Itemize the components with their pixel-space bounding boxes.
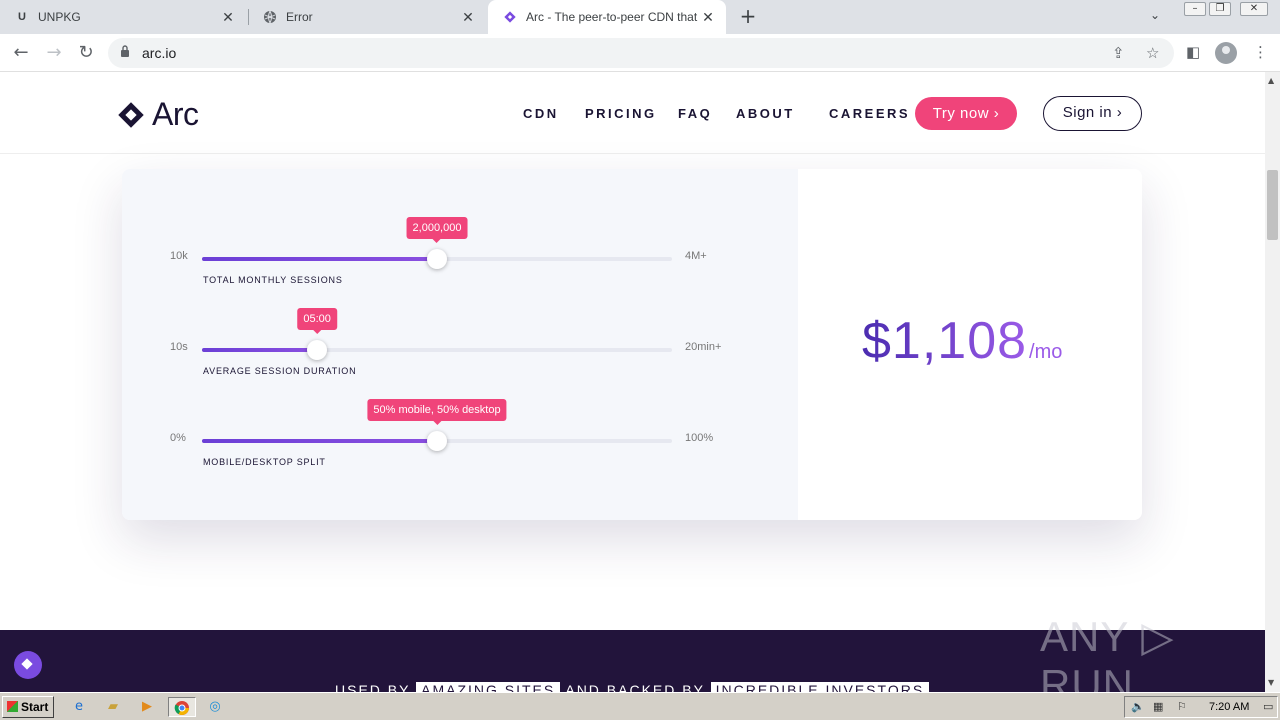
network-icon[interactable]: ▦ <box>1153 700 1163 713</box>
slider-min: 0% <box>170 432 186 444</box>
ie-icon[interactable]: e <box>68 697 90 717</box>
share-icon[interactable]: ⇪ <box>1112 44 1125 62</box>
arc-logo-icon <box>118 101 144 128</box>
menu-kebab-icon[interactable]: ⋮ <box>1253 43 1268 61</box>
restore-icon[interactable]: ❐ <box>1209 2 1231 16</box>
notification-icon[interactable]: ▭ <box>1263 700 1273 713</box>
scrollbar-thumb[interactable] <box>1267 170 1278 240</box>
reload-icon[interactable]: ↻ <box>74 41 98 65</box>
side-panel-icon[interactable]: ◧ <box>1186 43 1200 61</box>
volume-icon[interactable]: 🔈 <box>1131 700 1145 713</box>
close-icon[interactable]: ✕ <box>218 9 238 26</box>
nav-pricing[interactable]: PRICING <box>585 106 657 121</box>
tab-unpkg[interactable]: U UNPKG ✕ <box>0 0 246 34</box>
minimize-icon[interactable]: – <box>1184 2 1206 16</box>
site-header: Arc CDN PRICING FAQ ABOUT CAREERS Try no… <box>0 72 1265 154</box>
monthly-price: $1,108 /mo <box>862 311 1062 371</box>
window-close-icon[interactable]: ✕ <box>1240 2 1268 16</box>
clock: 7:20 AM <box>1209 701 1250 713</box>
address-bar[interactable]: arc.io ⇪ ☆ <box>108 38 1174 68</box>
price-amount: $1,108 <box>862 312 1028 370</box>
split-slider[interactable]: 50% mobile, 50% desktop <box>202 399 672 451</box>
sessions-slider-row: 10k 2,000,000 4M+ TOTAL MONTHLY SESSIONS <box>122 169 798 285</box>
tab-title: UNPKG <box>38 10 81 24</box>
page-viewport: Arc CDN PRICING FAQ ABOUT CAREERS Try no… <box>0 72 1265 692</box>
incredible-investors-highlight: INCREDIBLE INVESTORS <box>710 682 930 692</box>
chrome-taskbar-icon[interactable] <box>168 697 196 717</box>
folder-icon[interactable]: ▰ <box>102 697 124 717</box>
nav-cdn[interactable]: CDN <box>523 106 559 121</box>
close-icon[interactable]: ✕ <box>698 9 718 26</box>
browser-toolbar: ← → ↻ arc.io ⇪ ☆ ◧ ⋮ <box>0 34 1280 72</box>
scroll-up-icon[interactable]: ▲ <box>1268 76 1274 85</box>
price-panel: $1,108 /mo <box>798 169 1142 520</box>
chat-widget-icon[interactable] <box>14 651 42 679</box>
media-player-icon[interactable]: ▶ <box>136 697 158 717</box>
slider-value-tooltip: 2,000,000 <box>406 217 468 243</box>
flag-icon[interactable]: ⚐ <box>1177 700 1187 713</box>
scroll-down-icon[interactable]: ▼ <box>1268 678 1274 687</box>
tab-search-chevron-down-icon[interactable]: ⌄ <box>1150 8 1160 22</box>
backed-by-text: AND BACKED BY <box>565 682 705 692</box>
nav-careers[interactable]: CAREERS <box>829 106 910 121</box>
used-by-text: USED BY <box>335 682 411 692</box>
tab-strip: U UNPKG ✕ Error ✕ Arc - The peer-to-peer… <box>0 0 1280 34</box>
slider-panel: 10k 2,000,000 4M+ TOTAL MONTHLY SESSIONS… <box>122 169 798 520</box>
star-icon[interactable]: ☆ <box>1146 44 1159 62</box>
windows-taskbar: Start e ▰ ▶ ◎ 🔈 ▦ ⚐ 7:20 AM ▭ <box>0 692 1280 720</box>
tab-arc[interactable]: Arc - The peer-to-peer CDN that pa ✕ <box>488 0 726 34</box>
page-scrollbar[interactable]: ▲ ▼ <box>1265 72 1280 692</box>
arc-icon <box>502 9 518 25</box>
amazing-sites-highlight: AMAZING SITES <box>416 682 561 692</box>
slider-value-tooltip: 50% mobile, 50% desktop <box>367 399 507 425</box>
unpkg-favicon-icon: U <box>18 11 26 23</box>
system-tray: 🔈 ▦ ⚐ 7:20 AM ▭ <box>1124 696 1278 718</box>
url-text: arc.io <box>142 45 177 61</box>
close-icon[interactable]: ✕ <box>458 9 478 26</box>
arc-logo[interactable]: Arc <box>118 96 199 133</box>
sign-in-button[interactable]: Sign in › <box>1043 96 1142 131</box>
forward-arrow-icon[interactable]: → <box>42 41 66 65</box>
pricing-calculator-card: 10k 2,000,000 4M+ TOTAL MONTHLY SESSIONS… <box>122 169 1142 520</box>
edge-icon[interactable]: ◎ <box>204 697 226 717</box>
back-arrow-icon[interactable]: ← <box>9 41 33 65</box>
try-now-button[interactable]: Try now › <box>915 97 1017 130</box>
logo-text: Arc <box>152 96 199 132</box>
globe-icon <box>262 9 278 25</box>
anyrun-watermark: ANY ▷ RUN <box>1040 613 1175 692</box>
used-by-heading: USED BY AMAZING SITES AND BACKED BY INCR… <box>335 682 930 692</box>
slider-label: MOBILE/DESKTOP SPLIT <box>203 457 326 467</box>
nav-faq[interactable]: FAQ <box>678 106 712 121</box>
slider-max: 100% <box>685 432 714 444</box>
slider-handle[interactable] <box>427 431 447 451</box>
price-unit: /mo <box>1029 341 1063 363</box>
start-button[interactable]: Start <box>2 696 54 718</box>
tab-error[interactable]: Error ✕ <box>248 0 486 34</box>
split-slider-row: 0% 50% mobile, 50% desktop 100% MOBILE/D… <box>122 351 798 467</box>
duration-slider-row: 10s 05:00 20min+ AVERAGE SESSION DURATIO… <box>122 260 798 376</box>
tab-title: Arc - The peer-to-peer CDN that pa <box>526 10 698 24</box>
lock-icon <box>121 45 129 57</box>
nav-about[interactable]: ABOUT <box>736 106 795 121</box>
tab-title: Error <box>286 10 313 24</box>
slider-fill <box>202 439 437 443</box>
profile-avatar-icon[interactable] <box>1215 42 1237 64</box>
new-tab-icon[interactable]: + <box>738 6 758 27</box>
slider-value-tooltip: 05:00 <box>297 308 337 334</box>
